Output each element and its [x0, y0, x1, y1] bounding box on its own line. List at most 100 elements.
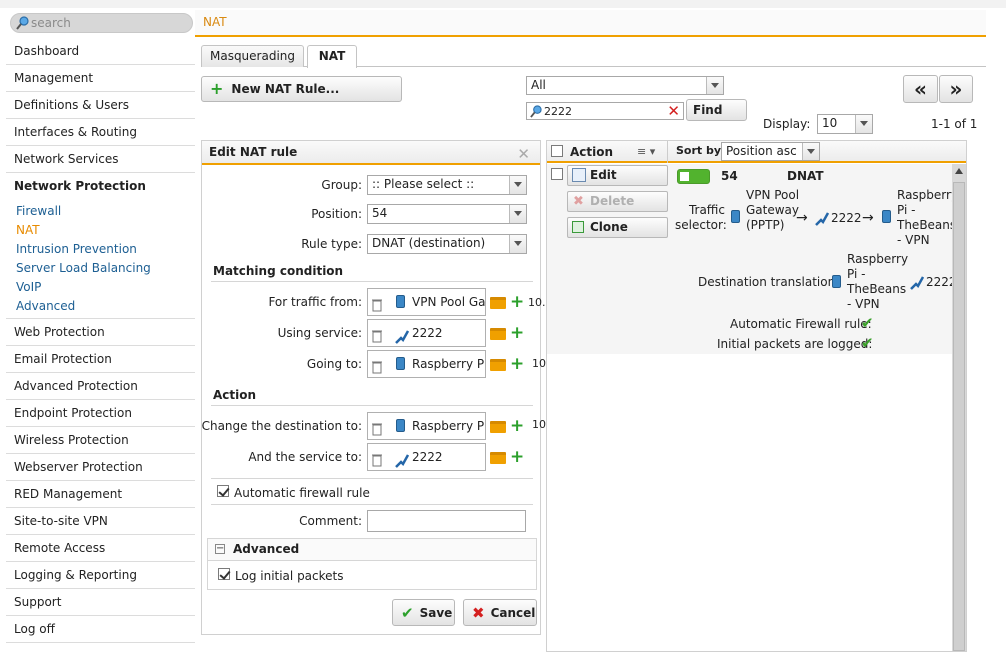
find-button[interactable]: Find — [686, 99, 747, 121]
add-icon[interactable]: + — [510, 449, 524, 466]
delete-button[interactable]: ✖ Delete — [567, 191, 668, 212]
nav-log-off[interactable]: Log off — [6, 616, 195, 643]
save-button[interactable]: ✔ Save — [392, 599, 455, 626]
edit-label: Edit — [590, 168, 617, 182]
chevron-down-icon — [509, 176, 526, 194]
traffic-from-field[interactable]: VPN Pool Gat — [367, 288, 486, 316]
filter-select-value: All — [531, 78, 546, 92]
tab-masquerading[interactable]: Masquerading — [201, 45, 304, 67]
using-service-field[interactable]: 2222 — [367, 319, 486, 347]
advanced-header[interactable]: − Advanced — [208, 539, 536, 561]
ts-destination: Raspberry Pi - TheBeans - VPN — [897, 188, 952, 247]
position-select[interactable]: 54 — [367, 204, 527, 224]
nav-email-protection[interactable]: Email Protection — [6, 346, 195, 373]
search-input[interactable]: search — [10, 13, 193, 33]
trash-icon[interactable] — [372, 419, 382, 436]
going-to-field[interactable]: Raspberry Pi — [367, 350, 486, 378]
cancel-label: Cancel — [490, 605, 536, 620]
collapse-icon[interactable]: − — [215, 544, 225, 554]
add-icon[interactable]: + — [510, 325, 524, 342]
trash-icon[interactable] — [372, 357, 382, 374]
group-select-value: :: Please select :: — [372, 177, 475, 191]
double-left-icon: « — [914, 77, 927, 101]
arrow-icon: → — [862, 210, 874, 226]
display-count-value: 10 — [822, 116, 838, 130]
nav-support[interactable]: Support — [6, 589, 195, 616]
edit-panel-header: Edit NAT rule ✕ — [202, 141, 540, 165]
clone-button[interactable]: Clone — [567, 217, 668, 238]
nav-management[interactable]: Management — [6, 65, 195, 92]
subnav-firewall[interactable]: Firewall — [6, 202, 195, 221]
auto-firewall-checkbox[interactable] — [217, 485, 229, 497]
nav-wireless-protection[interactable]: Wireless Protection — [6, 427, 195, 454]
folder-icon[interactable] — [490, 359, 506, 371]
network-protection-subnav: Firewall NAT Intrusion Prevention Server… — [6, 200, 195, 319]
folder-icon[interactable] — [490, 452, 506, 464]
nav-red-management[interactable]: RED Management — [6, 481, 195, 508]
save-label: Save — [419, 605, 453, 620]
nav-definitions-users[interactable]: Definitions & Users — [6, 92, 195, 119]
clear-icon[interactable]: ✕ — [667, 103, 680, 119]
subnav-advanced[interactable]: Advanced — [6, 297, 195, 316]
trash-icon[interactable] — [372, 326, 382, 343]
page-title: NAT — [195, 10, 986, 37]
scroll-up-icon[interactable] — [955, 168, 963, 174]
display-label: Display: — [763, 117, 811, 131]
delete-icon: ✖ — [573, 194, 584, 209]
sort-by-select[interactable]: Position asc — [721, 142, 820, 161]
select-all-checkbox[interactable] — [551, 145, 563, 157]
nav-advanced-protection[interactable]: Advanced Protection — [6, 373, 195, 400]
add-icon[interactable]: + — [510, 356, 524, 373]
edit-button[interactable]: Edit — [567, 165, 668, 186]
add-icon[interactable]: + — [510, 418, 524, 435]
scrollbar-thumb[interactable] — [953, 182, 965, 651]
trash-icon[interactable] — [372, 295, 382, 312]
comment-input[interactable] — [367, 510, 526, 532]
dt-host: Raspberry Pi - TheBeans - VPN — [847, 252, 909, 311]
filter-select[interactable]: All — [526, 76, 724, 95]
folder-icon[interactable] — [490, 297, 506, 309]
nav-network-protection[interactable]: Network Protection — [6, 173, 195, 200]
and-service-field[interactable]: 2222 — [367, 443, 486, 471]
service-icon — [395, 451, 410, 468]
nav-endpoint-protection[interactable]: Endpoint Protection — [6, 400, 195, 427]
host-icon — [396, 357, 405, 370]
scrollbar[interactable] — [952, 164, 966, 651]
column-divider — [667, 141, 668, 163]
nav-webserver-protection[interactable]: Webserver Protection — [6, 454, 195, 481]
change-destination-field[interactable]: Raspberry Pi — [367, 412, 486, 440]
nav-remote-access[interactable]: Remote Access — [6, 535, 195, 562]
nav-network-services[interactable]: Network Services — [6, 146, 195, 173]
rule-search-input[interactable]: 2222 ✕ — [526, 102, 684, 120]
nav-interfaces-routing[interactable]: Interfaces & Routing — [6, 119, 195, 146]
column-menu-icon[interactable]: ≡ ▾ — [637, 145, 655, 158]
next-page-button[interactable]: » — [939, 75, 973, 103]
folder-icon[interactable] — [490, 421, 506, 433]
subnav-nat[interactable]: NAT — [6, 221, 195, 240]
new-nat-rule-button[interactable]: + New NAT Rule... — [201, 76, 402, 102]
nav-web-protection[interactable]: Web Protection — [6, 319, 195, 346]
nav-dashboard[interactable]: Dashboard — [6, 38, 195, 65]
trash-icon[interactable] — [372, 450, 382, 467]
subnav-intrusion-prevention[interactable]: Intrusion Prevention — [6, 240, 195, 259]
rule-list-header: Action ≡ ▾ Sort by: Position asc — [547, 141, 966, 163]
folder-icon[interactable] — [490, 328, 506, 340]
log-initial-checkbox[interactable] — [218, 568, 230, 580]
position-select-value: 54 — [372, 206, 388, 220]
nav-logging-reporting[interactable]: Logging & Reporting — [6, 562, 195, 589]
subnav-voip[interactable]: VoIP — [6, 278, 195, 297]
display-count-select[interactable]: 10 — [817, 114, 873, 134]
add-icon[interactable]: + — [510, 294, 524, 311]
rule-type-select[interactable]: DNAT (destination) — [367, 234, 527, 254]
close-icon[interactable]: ✕ — [517, 143, 530, 165]
prev-page-button[interactable]: « — [903, 75, 938, 103]
tab-nat[interactable]: NAT — [307, 45, 357, 68]
rule-enabled-toggle[interactable] — [677, 169, 710, 184]
cancel-button[interactable]: ✖ Cancel — [463, 599, 537, 626]
group-select[interactable]: :: Please select :: — [367, 175, 527, 195]
subnav-server-load-balancing[interactable]: Server Load Balancing — [6, 259, 195, 278]
nav-site-to-site-vpn[interactable]: Site-to-site VPN — [6, 508, 195, 535]
arrow-icon: → — [796, 210, 808, 226]
sort-by-label: Sort by: — [676, 144, 726, 157]
rule-row-checkbox[interactable] — [551, 168, 563, 180]
